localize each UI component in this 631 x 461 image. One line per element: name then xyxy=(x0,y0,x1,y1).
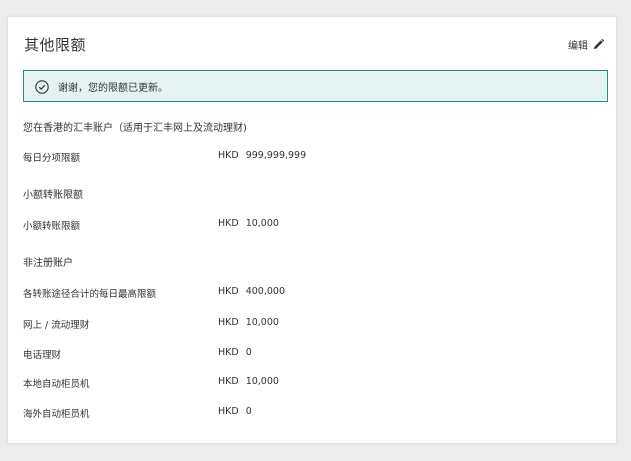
amount: 999,999,999 xyxy=(245,150,307,161)
edit-label: 编辑 xyxy=(568,41,588,52)
limit-row-value: HKD 10,000 xyxy=(218,376,279,387)
small-transfer-label: 小额转账限额 xyxy=(23,221,81,232)
pencil-icon xyxy=(593,38,605,50)
daily-item-limit-label: 每日分项限额 xyxy=(23,153,81,164)
limit-row-label: 海外自动柜员机 xyxy=(23,409,90,420)
page-title: 其他限额 xyxy=(24,36,87,54)
currency-code: HKD xyxy=(218,406,239,417)
limit-row-value: HKD 0 xyxy=(218,406,252,417)
limit-row-label: 电话理财 xyxy=(23,350,62,361)
limit-row-label: 各转账途径合计的每日最高限额 xyxy=(23,289,157,300)
currency-code: HKD xyxy=(218,376,239,387)
success-alert: 谢谢，您的限额已更新。 xyxy=(23,70,608,102)
daily-item-limit-value: HKD 999,999,999 xyxy=(218,150,306,161)
currency-code: HKD xyxy=(218,347,239,358)
amount: 0 xyxy=(245,347,252,358)
amount: 10,000 xyxy=(245,317,279,328)
other-limits-card: 其他限额 编辑 谢谢，您的限额已更新。 您在香港的汇丰账户（适用于汇丰网上及流动… xyxy=(8,17,616,443)
limit-row-label: 本地自动柜员机 xyxy=(23,379,90,390)
currency-code: HKD xyxy=(218,218,239,229)
account-heading: 您在香港的汇丰账户（适用于汇丰网上及流动理财) xyxy=(23,123,247,134)
limit-row-value: HKD 0 xyxy=(218,347,252,358)
alert-message: 谢谢，您的限额已更新。 xyxy=(58,82,168,94)
amount: 400,000 xyxy=(245,286,285,297)
amount: 10,000 xyxy=(245,376,279,387)
limit-row-value: HKD 400,000 xyxy=(218,286,285,297)
check-circle-icon xyxy=(35,79,49,94)
currency-code: HKD xyxy=(218,286,239,297)
limit-row-value: HKD 10,000 xyxy=(218,317,279,328)
non-registered-heading: 非注册账户 xyxy=(23,258,73,269)
small-transfer-value: HKD 10,000 xyxy=(218,218,279,229)
amount: 0 xyxy=(245,406,252,417)
currency-code: HKD xyxy=(218,317,239,328)
small-transfer-heading: 小额转账限额 xyxy=(23,190,83,201)
amount: 10,000 xyxy=(245,218,279,229)
edit-button[interactable]: 编辑 xyxy=(568,37,605,52)
currency-code: HKD xyxy=(218,150,239,161)
limit-row-label: 网上 / 流动理财 xyxy=(23,320,90,331)
